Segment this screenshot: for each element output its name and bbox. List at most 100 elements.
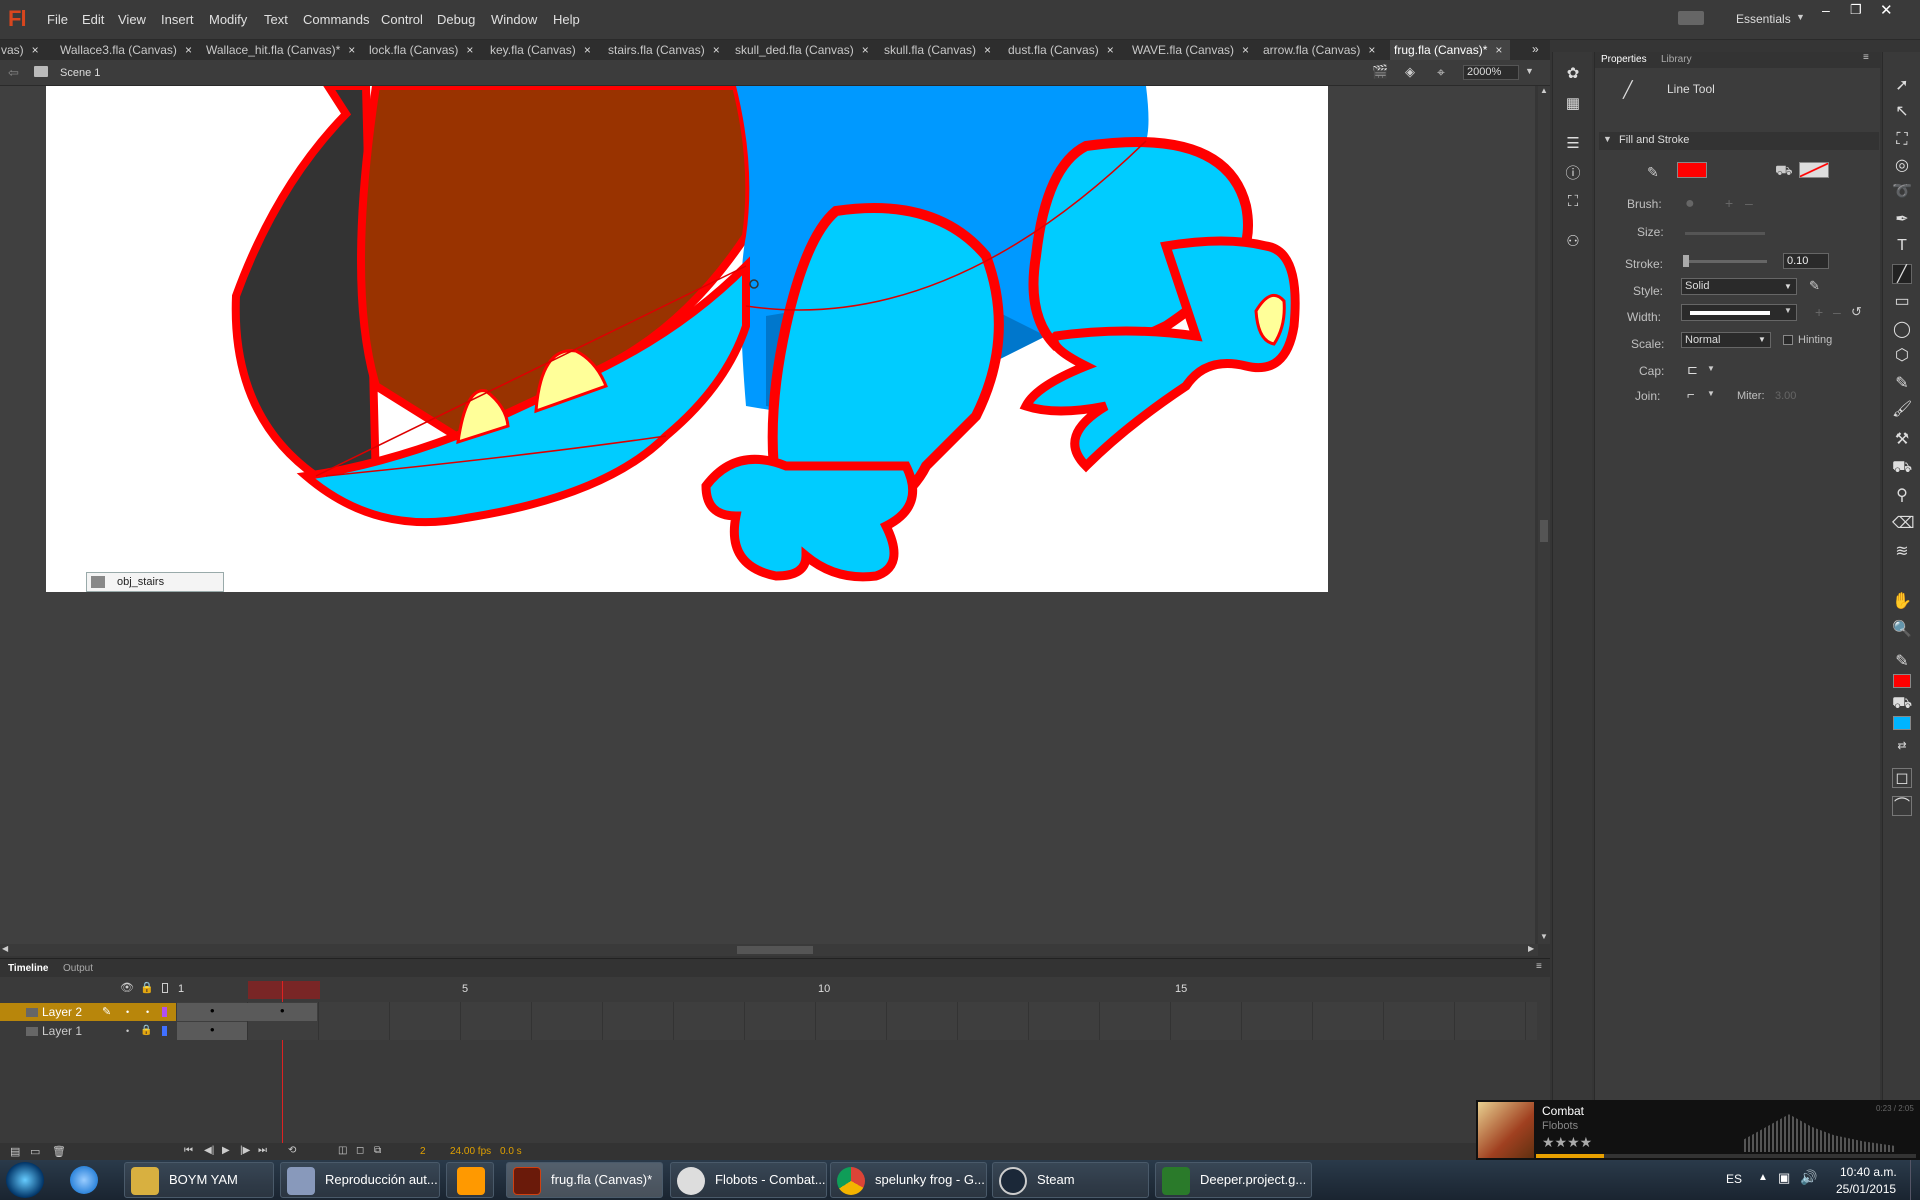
horizontal-scrollbar[interactable]: ◀ ▶: [0, 944, 1538, 956]
close-icon[interactable]: ×: [1242, 43, 1249, 57]
scene-label[interactable]: Scene 1: [60, 67, 100, 79]
vertical-scrollbar[interactable]: ▲ ▼: [1538, 86, 1550, 944]
width-tool-icon[interactable]: ≋: [1892, 542, 1912, 562]
minimize-icon[interactable]: –: [1822, 2, 1830, 18]
selection-tool-icon[interactable]: ➚: [1892, 76, 1912, 96]
fill-color-chip[interactable]: [1893, 716, 1911, 730]
close-icon[interactable]: ×: [185, 43, 192, 57]
components-icon[interactable]: ⚇: [1563, 232, 1583, 252]
bone-tool-icon[interactable]: ⚒: [1892, 430, 1912, 450]
close-icon[interactable]: ×: [584, 43, 591, 57]
chevron-down-icon[interactable]: ▼: [1707, 389, 1715, 398]
close-icon[interactable]: ×: [466, 43, 473, 57]
taskbar-item-flash[interactable]: frug.fla (Canvas)*: [506, 1162, 663, 1198]
scale-dropdown[interactable]: Normal ▼: [1681, 332, 1771, 348]
keyframe-dot[interactable]: •: [210, 1003, 215, 1018]
close-icon[interactable]: ×: [1495, 43, 1502, 57]
visibility-dot[interactable]: •: [126, 1003, 129, 1021]
layer-color-swatch[interactable]: [162, 1026, 167, 1036]
eyedropper-tool-icon[interactable]: ⚲: [1892, 486, 1912, 506]
current-frame[interactable]: 2: [420, 1146, 426, 1157]
menu-window[interactable]: Window: [491, 12, 537, 27]
style-dropdown[interactable]: Solid ▼: [1681, 278, 1797, 295]
swap-colors-icon[interactable]: ⇄: [1892, 736, 1912, 756]
grid-icon[interactable]: ▦: [1563, 94, 1583, 114]
outline-icon[interactable]: [162, 983, 168, 993]
rectangle-tool-icon[interactable]: ▭: [1892, 292, 1912, 312]
subselection-tool-icon[interactable]: ↖: [1892, 102, 1912, 122]
stroke-value-field[interactable]: 0.10: [1783, 253, 1829, 269]
menu-insert[interactable]: Insert: [161, 12, 194, 27]
new-folder-icon[interactable]: ▭: [30, 1145, 40, 1158]
motion-presets-icon[interactable]: ✿: [1563, 64, 1583, 84]
brush-tool-icon[interactable]: 🖌: [1892, 400, 1912, 420]
first-frame-icon[interactable]: ⏮: [184, 1145, 193, 1156]
eraser-tool-icon[interactable]: ⌫: [1892, 514, 1915, 534]
lock-icon[interactable]: 🔒: [140, 1022, 152, 1040]
polystar-tool-icon[interactable]: ⬡: [1892, 346, 1912, 366]
chevron-down-icon[interactable]: ▼: [1525, 66, 1534, 76]
layer-row-1[interactable]: Layer 1 • 🔒: [0, 1022, 176, 1040]
paint-bucket-tool-icon[interactable]: ⛟: [1892, 458, 1912, 478]
new-layer-icon[interactable]: ▤: [10, 1145, 20, 1158]
tabs-overflow-icon[interactable]: »: [1532, 42, 1539, 56]
tab-lock[interactable]: lock.fla (Canvas) ×: [369, 40, 479, 60]
tab-properties[interactable]: Properties: [1601, 54, 1647, 65]
free-transform-icon[interactable]: ⛶: [1892, 130, 1912, 150]
stroke-color-chip[interactable]: [1893, 674, 1911, 688]
close-icon[interactable]: ×: [984, 43, 991, 57]
last-frame-icon[interactable]: ⏭: [258, 1145, 267, 1156]
miter-value[interactable]: 3.00: [1775, 390, 1796, 402]
hinting-checkbox[interactable]: [1783, 335, 1793, 345]
snap-icon[interactable]: ⌒: [1892, 796, 1912, 816]
eye-icon[interactable]: 👁: [120, 981, 134, 994]
taskbar-item-chrome[interactable]: spelunky frog - G...: [830, 1162, 987, 1198]
zoom-field[interactable]: 2000%: [1463, 65, 1519, 80]
stroke-slider-thumb[interactable]: [1683, 255, 1689, 267]
language-indicator[interactable]: ES: [1726, 1172, 1742, 1186]
taskbar-item-gamemaker[interactable]: Deeper.project.g...: [1155, 1162, 1312, 1198]
clock-date[interactable]: 25/01/2015: [1836, 1182, 1896, 1196]
panel-menu-icon[interactable]: ≡: [1536, 961, 1542, 972]
transform-icon[interactable]: ⛶: [1563, 192, 1583, 212]
tray-expand-icon[interactable]: ▲: [1758, 1172, 1768, 1183]
elapsed-time[interactable]: 0.0 s: [500, 1146, 522, 1157]
hand-tool-icon[interactable]: ✋: [1892, 592, 1912, 612]
ie-icon[interactable]: [70, 1166, 98, 1194]
edit-stroke-style-icon[interactable]: ✎: [1809, 278, 1820, 294]
menu-text[interactable]: Text: [264, 12, 288, 27]
clock-time[interactable]: 10:40 a.m.: [1840, 1165, 1897, 1179]
cap-style-icon[interactable]: ⊏: [1687, 362, 1698, 378]
layer-name[interactable]: Layer 1: [42, 1022, 82, 1040]
align-icon[interactable]: ☰: [1563, 134, 1583, 154]
scroll-down-icon[interactable]: ▼: [1540, 932, 1548, 941]
chevron-down-icon[interactable]: ▼: [1707, 364, 1715, 373]
prev-frame-icon[interactable]: ◀|: [204, 1145, 214, 1156]
reset-icon[interactable]: ↺: [1851, 304, 1862, 320]
center-stage-icon[interactable]: ⌖: [1437, 64, 1445, 81]
tab-dust[interactable]: dust.fla (Canvas) ×: [1008, 40, 1120, 60]
fps-value[interactable]: 24.00 fps: [450, 1146, 491, 1157]
menu-control[interactable]: Control: [381, 12, 423, 27]
scroll-left-icon[interactable]: ◀: [2, 944, 8, 953]
pencil-tool-icon[interactable]: ✎: [1892, 374, 1912, 394]
fill-stroke-header[interactable]: ▼ Fill and Stroke: [1599, 132, 1879, 150]
text-tool-icon[interactable]: T: [1892, 236, 1912, 256]
close-icon[interactable]: ×: [713, 43, 720, 57]
taskbar-item-steam[interactable]: Steam: [992, 1162, 1149, 1198]
minus-icon[interactable]: –: [1745, 195, 1753, 211]
volume-icon[interactable]: 🔊: [1800, 1169, 1817, 1186]
start-button[interactable]: [6, 1162, 44, 1198]
tab-partial[interactable]: vas) ×: [0, 40, 55, 60]
tab-output[interactable]: Output: [63, 963, 93, 974]
tab-arrow[interactable]: arrow.fla (Canvas) ×: [1263, 40, 1383, 60]
width-profile-dropdown[interactable]: ▼: [1681, 304, 1797, 321]
menu-modify[interactable]: Modify: [209, 12, 247, 27]
workspace-switcher[interactable]: Essentials: [1736, 12, 1791, 26]
tab-wallace-hit[interactable]: Wallace_hit.fla (Canvas)* ×: [206, 40, 356, 60]
tab-stairs[interactable]: stairs.fla (Canvas) ×: [608, 40, 730, 60]
layer-color-swatch[interactable]: [162, 1007, 167, 1017]
restore-icon[interactable]: ❐: [1850, 2, 1862, 18]
menu-file[interactable]: File: [47, 12, 68, 27]
tab-library[interactable]: Library: [1661, 54, 1692, 65]
